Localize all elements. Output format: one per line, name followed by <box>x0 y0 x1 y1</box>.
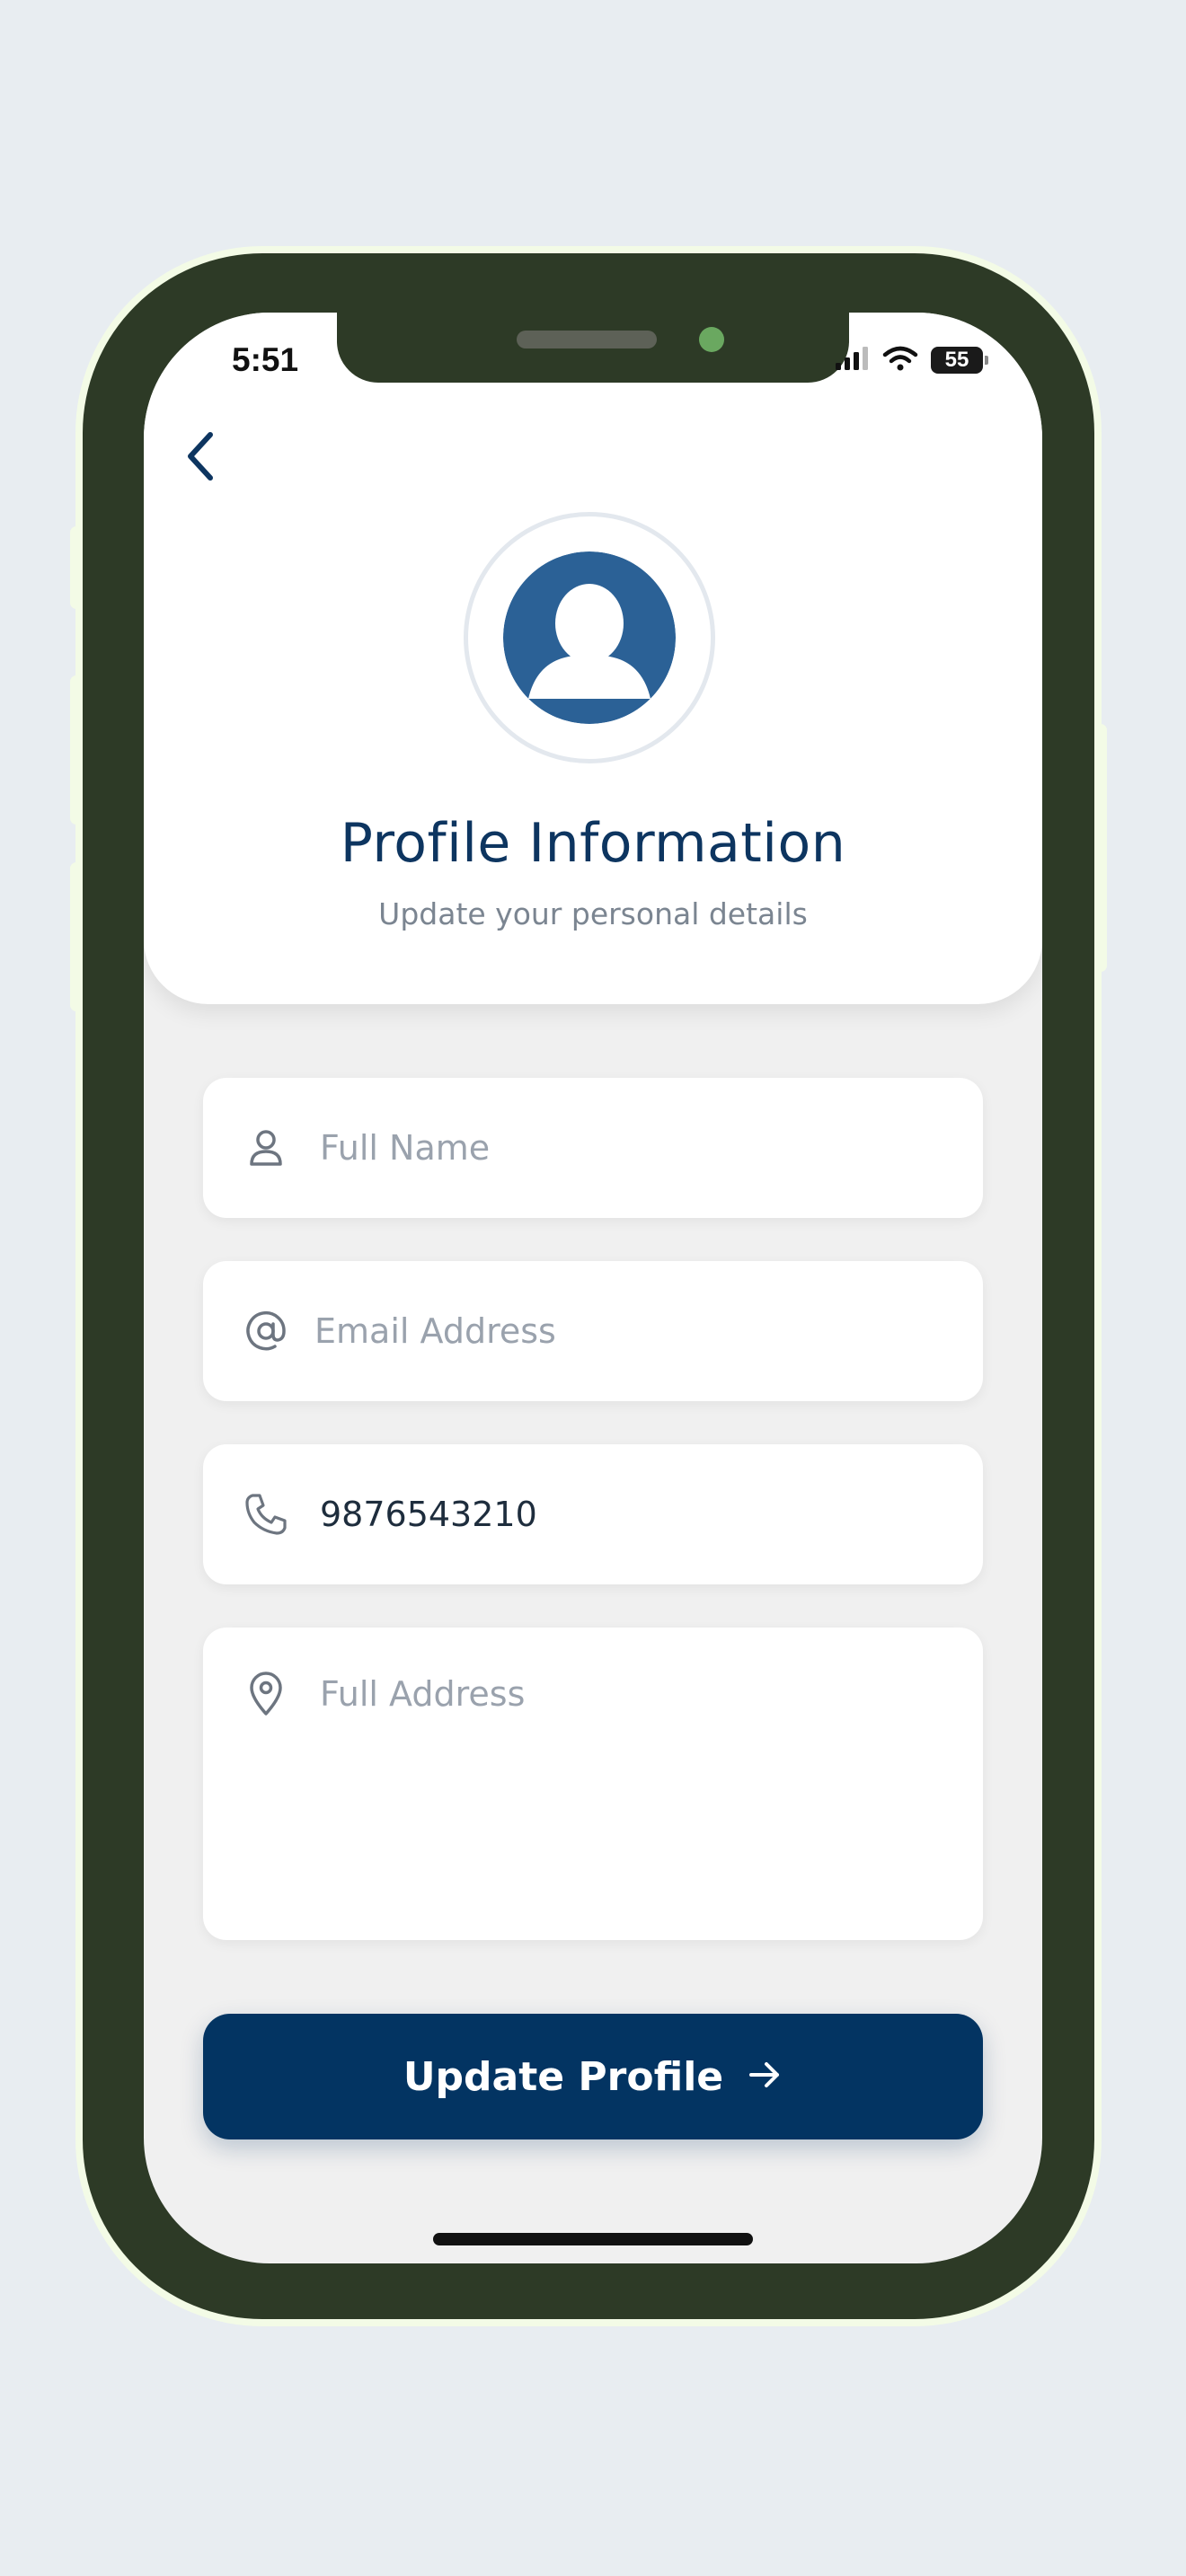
volume-down-button <box>70 862 83 1011</box>
avatar-ring[interactable] <box>464 512 715 763</box>
status-icons: 55 <box>834 345 988 375</box>
phone-input[interactable] <box>320 1491 956 1538</box>
at-sign-icon <box>243 1308 289 1354</box>
status-time: 5:51 <box>232 341 299 378</box>
power-button <box>1094 724 1107 972</box>
phone-field[interactable] <box>203 1444 983 1584</box>
home-indicator <box>433 2233 753 2245</box>
update-profile-button[interactable]: Update Profile <box>203 2014 983 2139</box>
full-name-input[interactable] <box>320 1125 956 1171</box>
map-pin-icon <box>243 1671 289 1717</box>
arrow-right-icon <box>747 2057 783 2096</box>
volume-up-button <box>70 675 83 825</box>
page-subtitle: Update your personal details <box>378 896 808 931</box>
user-avatar-icon <box>503 551 676 724</box>
front-camera <box>699 327 724 352</box>
page: 5:51 55 Profile Information Update your … <box>0 0 1186 2576</box>
battery-icon: 55 <box>931 347 988 374</box>
email-field[interactable] <box>203 1261 983 1401</box>
full-name-field[interactable] <box>203 1078 983 1218</box>
chevron-left-icon <box>181 429 217 487</box>
app-screen: Profile Information Update your personal… <box>144 313 1042 2263</box>
email-input[interactable] <box>314 1308 956 1354</box>
address-field[interactable] <box>203 1628 983 1940</box>
back-button[interactable] <box>171 429 228 487</box>
mute-switch <box>70 526 83 609</box>
speaker-grille <box>517 331 657 348</box>
phone-icon <box>243 1491 289 1538</box>
page-title: Profile Information <box>340 812 846 875</box>
user-icon <box>243 1125 289 1171</box>
address-input[interactable] <box>320 1674 956 1908</box>
profile-header: Profile Information Update your personal… <box>144 313 1042 1004</box>
wifi-icon <box>882 345 918 375</box>
cellular-signal-icon <box>834 345 870 375</box>
update-profile-label: Update Profile <box>403 2053 724 2100</box>
